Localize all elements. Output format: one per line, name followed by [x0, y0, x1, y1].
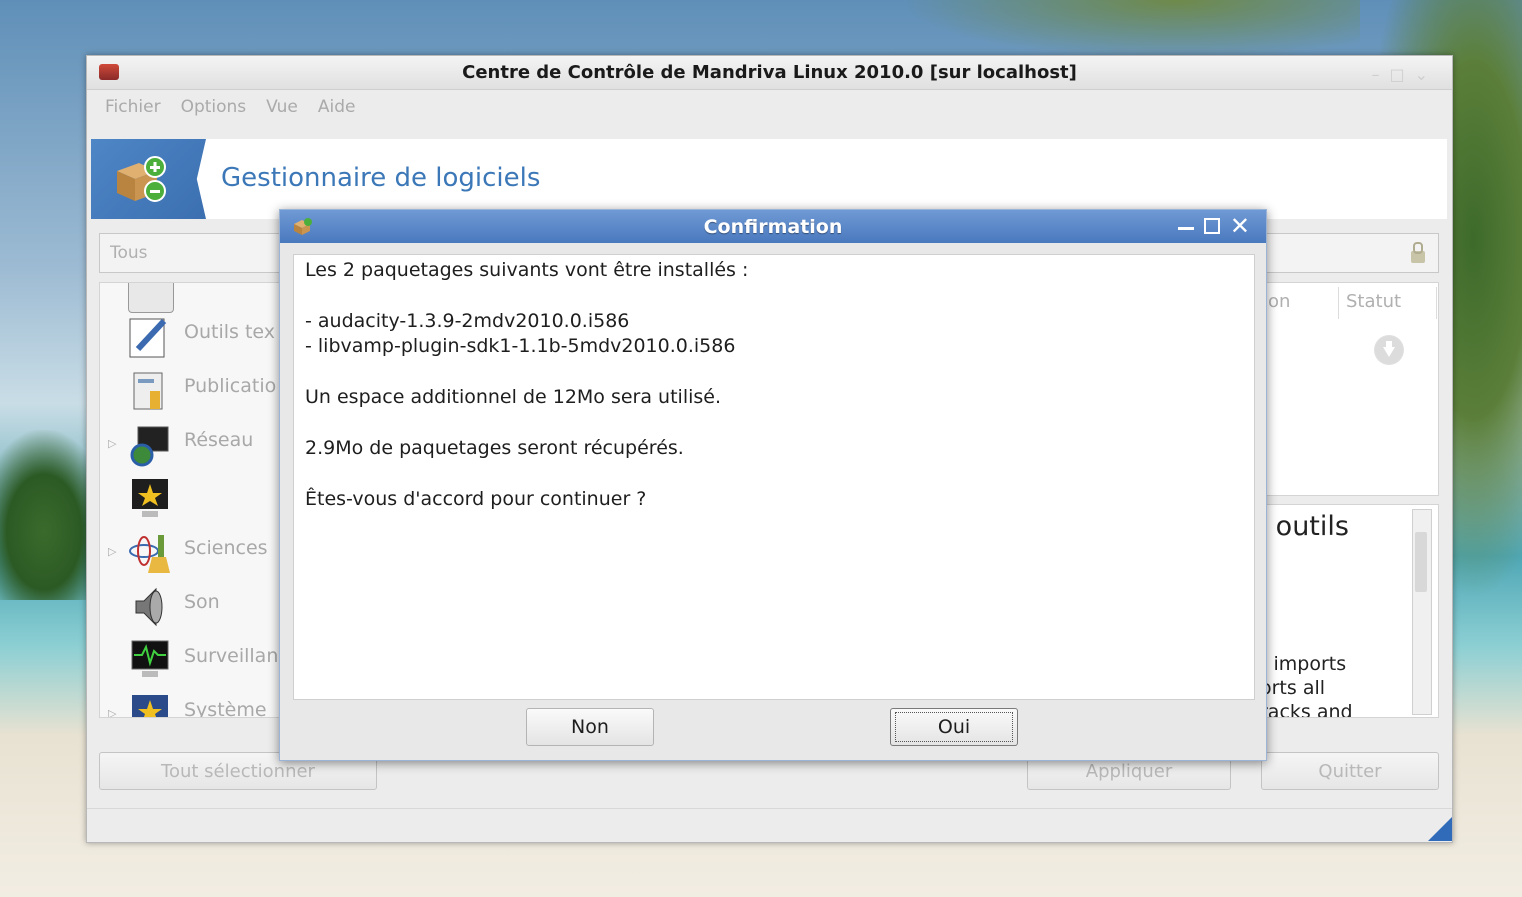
category-item-sciences[interactable]: ▷ Sciences — [100, 527, 282, 575]
scrollbar-thumb[interactable] — [1415, 532, 1427, 592]
disk-space-message: Un espace additionnel de 12Mo sera utili… — [305, 386, 722, 408]
banner-title: Gestionnaire de logiciels — [221, 163, 541, 193]
category-item-systeme[interactable]: ▷ Système — [100, 689, 282, 718]
minimize-icon[interactable] — [1177, 226, 1194, 230]
package-entry: - audacity-1.3.9-2mdv2010.0.i586 — [305, 310, 630, 332]
column-header-status-label: Statut — [1346, 291, 1402, 312]
category-label: Réseau — [184, 429, 254, 451]
main-titlebar[interactable]: Centre de Contrôle de Mandriva Linux 201… — [87, 56, 1452, 90]
banner: Gestionnaire de logiciels — [91, 139, 1447, 219]
system-icon — [132, 695, 168, 717]
package-entry: - libvamp-plugin-sdk1-1.1b-5mdv2010.0.i5… — [305, 335, 736, 357]
column-header-status[interactable]: Statut — [1344, 287, 1437, 319]
mandriva-app-icon — [99, 64, 119, 80]
category-item-unnamed[interactable] — [100, 473, 282, 521]
menu-fichier[interactable]: Fichier — [105, 97, 161, 117]
package-list[interactable]: on Statut — [1265, 282, 1439, 496]
category-item-surveillance[interactable]: Surveillan — [100, 635, 282, 683]
menu-vue[interactable]: Vue — [266, 97, 298, 117]
minimize-icon[interactable]: – — [1371, 65, 1379, 84]
quit-button[interactable]: Quitter — [1261, 752, 1439, 790]
description-scrollbar[interactable] — [1412, 509, 1432, 715]
category-item-outils-texte[interactable]: Outils tex — [100, 311, 282, 359]
package-dialog-icon — [294, 218, 312, 235]
close-icon[interactable]: ✕ — [1230, 214, 1250, 238]
menu-options[interactable]: Options — [181, 97, 247, 117]
menubar: Fichier Options Vue Aide — [87, 90, 1470, 124]
description-panel: ; outils t imports orts all racks and — [1265, 504, 1439, 718]
no-button-label: Non — [571, 716, 609, 738]
star-monitor-icon — [132, 479, 168, 517]
description-line: t imports — [1265, 653, 1347, 675]
category-label: Sciences — [184, 537, 268, 559]
category-filter-field[interactable]: Tous — [99, 233, 281, 273]
network-icon — [130, 426, 169, 467]
category-label: Outils tex — [184, 321, 275, 343]
category-label: Surveillan — [184, 645, 279, 667]
column-header-partial-label: on — [1268, 291, 1291, 312]
description-line: racks and — [1265, 701, 1353, 718]
search-options-icon[interactable] — [1408, 241, 1428, 265]
install-status-icon[interactable] — [1374, 335, 1404, 365]
speaker-icon — [135, 587, 163, 627]
expand-arrow-icon[interactable]: ▷ — [108, 437, 116, 450]
download-size-message: 2.9Mo de paquetages seront récupérés. — [305, 437, 684, 459]
column-header-partial[interactable]: on — [1266, 287, 1339, 319]
pen-icon — [128, 283, 174, 313]
package-manager-icon — [117, 156, 166, 202]
description-line: orts all — [1265, 677, 1326, 699]
description-title: ; outils — [1265, 511, 1349, 542]
maximize-icon[interactable] — [1203, 218, 1220, 234]
category-label: Publicatio — [184, 375, 277, 397]
confirm-question: Êtes-vous d'accord pour continuer ? — [305, 488, 647, 510]
category-label: Son — [184, 591, 220, 613]
close-chevron-icon[interactable]: ⌄ — [1415, 65, 1428, 84]
category-item-partial[interactable] — [100, 283, 282, 313]
expand-arrow-icon[interactable]: ▷ — [108, 545, 116, 558]
category-item-son[interactable]: Son — [100, 581, 282, 629]
yes-button-label: Oui — [894, 712, 1014, 742]
dialog-title: Confirmation — [703, 215, 843, 238]
confirmation-dialog: Confirmation ✕ Les 2 paquetages suivants… — [279, 209, 1267, 761]
monitoring-icon — [131, 640, 169, 677]
main-window-title: Centre de Contrôle de Mandriva Linux 201… — [462, 62, 1077, 83]
text-tools-icon — [129, 318, 167, 358]
no-button[interactable]: Non — [526, 708, 654, 746]
maximize-icon[interactable]: □ — [1389, 65, 1404, 84]
category-filter-text: Tous — [110, 243, 148, 263]
dialog-window-controls: ✕ — [1177, 214, 1250, 238]
desktop-palm-top — [900, 0, 1360, 60]
dialog-message-area: Les 2 paquetages suivants vont être inst… — [293, 254, 1255, 700]
dialog-titlebar[interactable]: Confirmation ✕ — [280, 210, 1266, 243]
category-tree[interactable]: Outils tex Publicatio ▷ Réseau ▷ Science… — [99, 282, 283, 718]
resize-grip-icon[interactable] — [1428, 817, 1452, 841]
category-item-reseau[interactable]: ▷ Réseau — [100, 419, 282, 467]
main-window-controls: – □ ⌄ — [1371, 65, 1428, 84]
yes-button[interactable]: Oui — [890, 708, 1018, 746]
message-intro: Les 2 paquetages suivants vont être inst… — [305, 259, 749, 281]
category-item-publication[interactable]: Publicatio — [100, 365, 282, 413]
expand-arrow-icon[interactable]: ▷ — [108, 707, 116, 717]
category-label: Système — [184, 699, 267, 718]
publishing-icon — [133, 372, 163, 410]
menu-aide[interactable]: Aide — [318, 97, 356, 117]
search-field-right[interactable] — [1265, 233, 1439, 273]
sciences-icon — [129, 535, 170, 573]
statusbar — [87, 808, 1452, 841]
